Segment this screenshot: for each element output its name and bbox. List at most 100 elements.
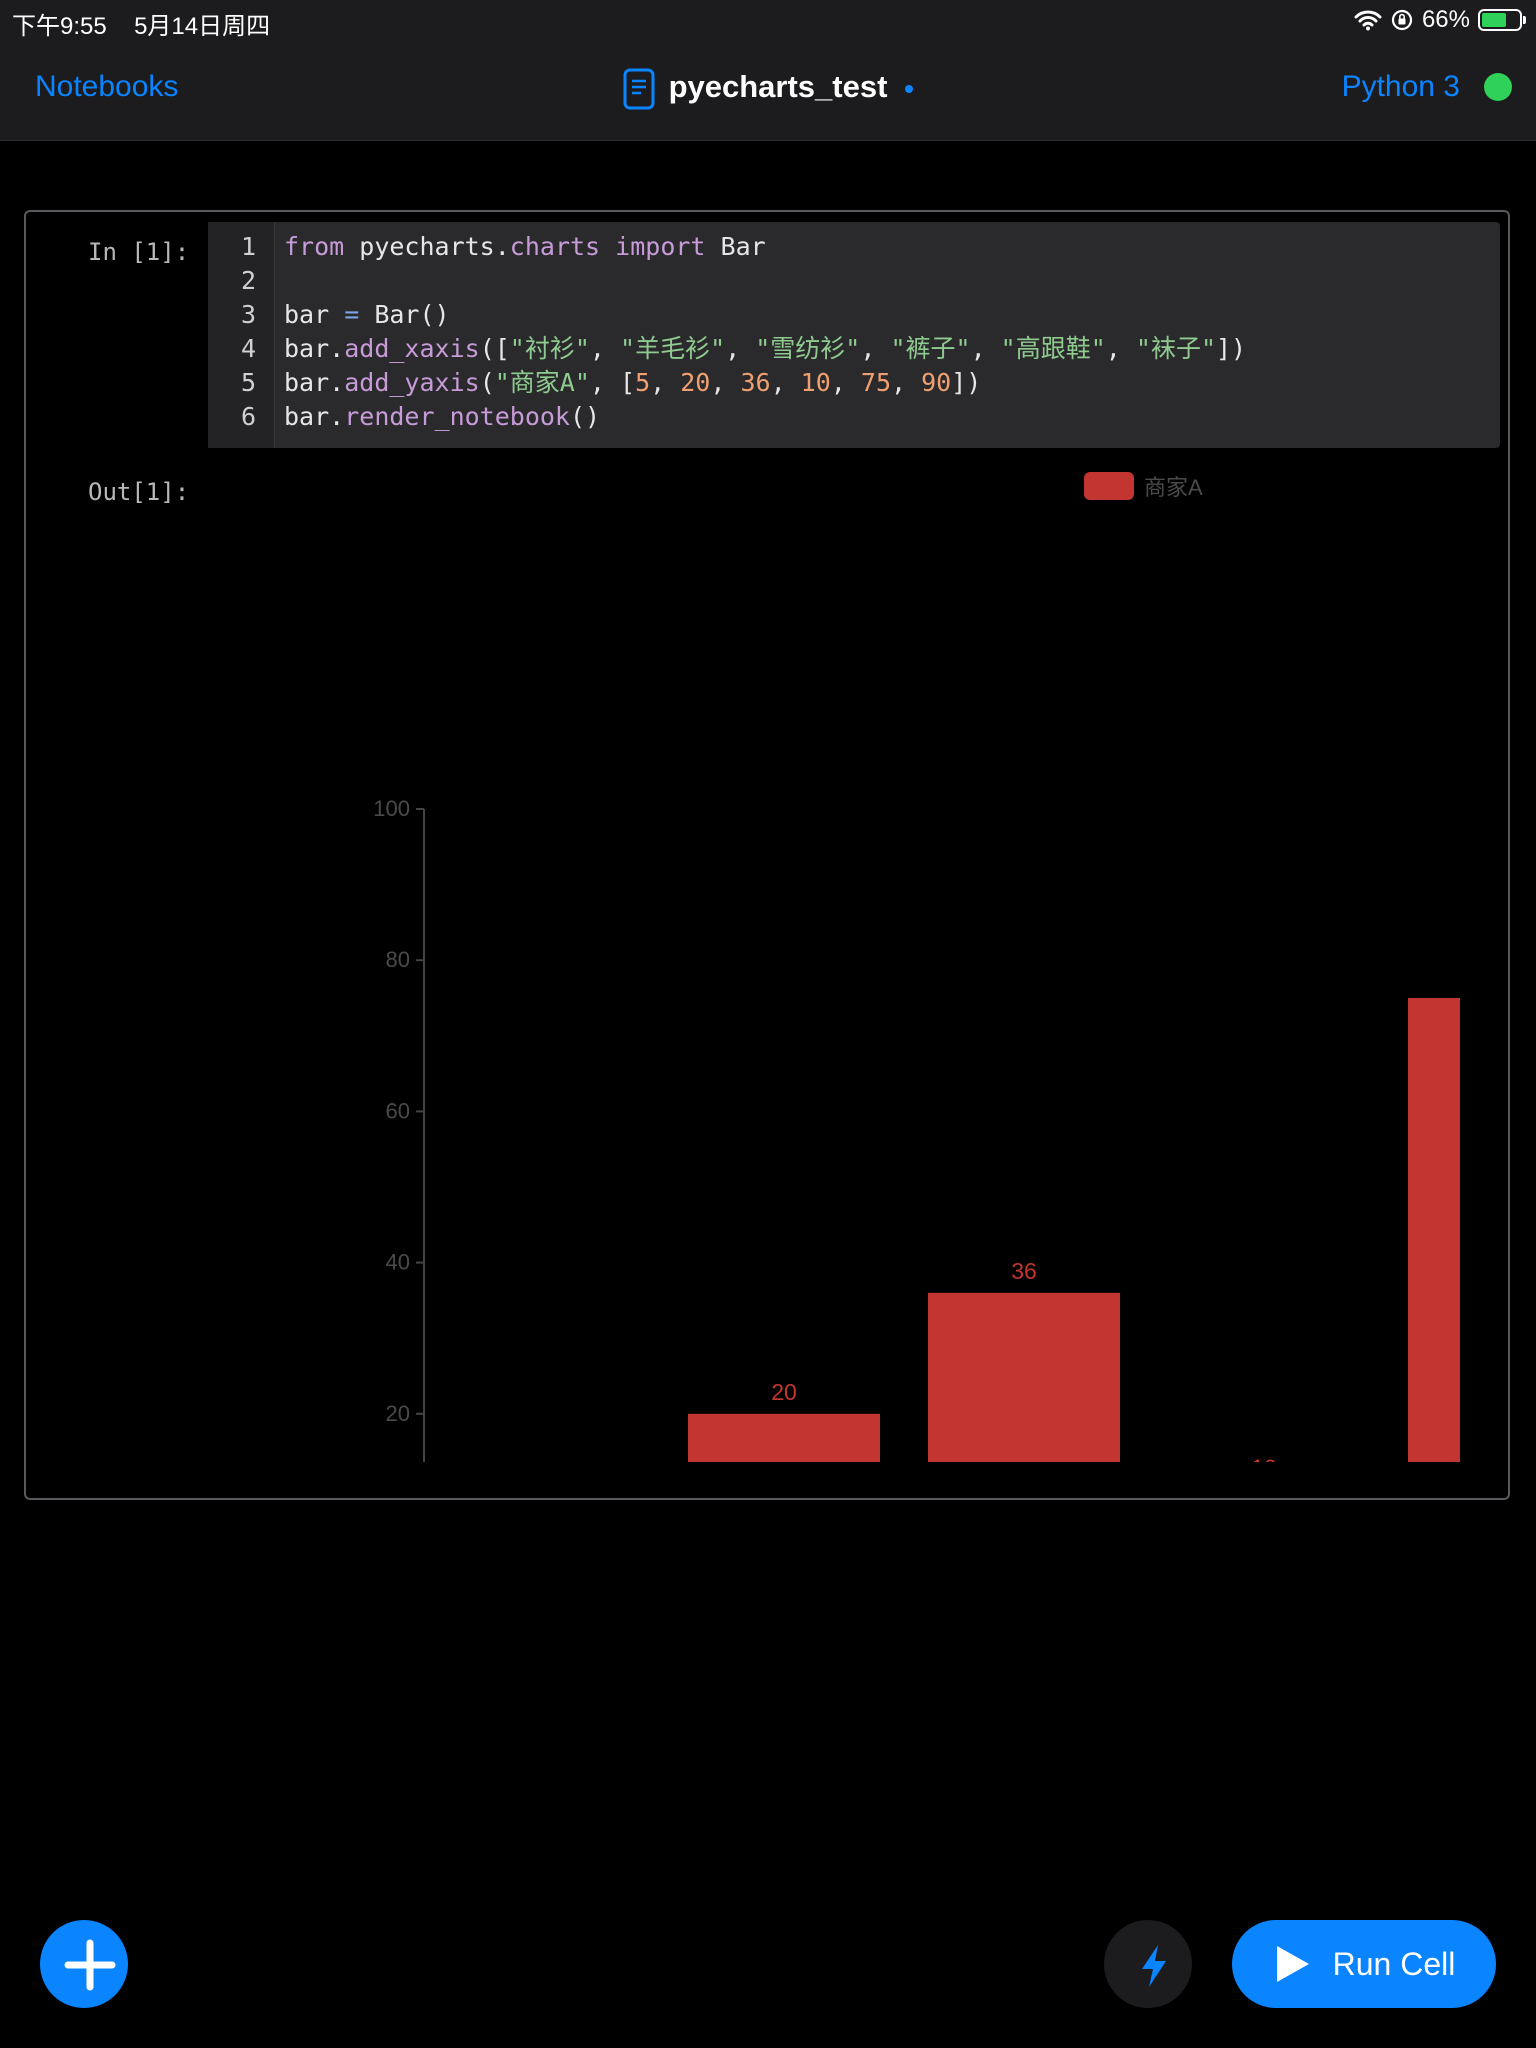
code-token: Bar() [359, 300, 450, 329]
bar-value-label: 36 [1011, 1258, 1037, 1284]
bar-value-label: 10 [1251, 1454, 1277, 1462]
code-editor[interactable]: 1 from pyecharts.charts import Bar 2 3 bar =… [208, 222, 1500, 448]
quick-actions-button[interactable] [1104, 1920, 1192, 2008]
status-bar: 下午9:55 5月14日周四 66% [0, 0, 1536, 40]
battery-level [1482, 13, 1506, 27]
code-text: from pyecharts.charts import Bar [284, 230, 766, 264]
battery-icon [1478, 9, 1526, 31]
bar [928, 1292, 1120, 1462]
code-text: bar = Bar() [284, 298, 450, 332]
code-line[interactable]: 4 bar.add_xaxis(["衬衫", "羊毛衫", "雪纺衫", "裤子"… [208, 332, 1500, 366]
code-token: ( [479, 368, 495, 397]
code-token: "商家A" [494, 368, 590, 397]
code-token: 20 [680, 368, 711, 397]
plus-icon [64, 1939, 116, 1991]
code-token: charts [509, 232, 601, 261]
play-icon [1276, 1946, 1309, 1982]
line-number: 2 [240, 266, 256, 295]
code-token: add_yaxis [344, 368, 480, 397]
code-token: , [830, 368, 861, 397]
code-token: , [770, 368, 801, 397]
code-token: , [725, 334, 756, 363]
y-tick-label: 20 [386, 1401, 410, 1426]
status-time: 下午9:55 [12, 13, 107, 40]
code-text: bar.render_notebook() [284, 400, 600, 434]
kernel-status-indicator [1484, 73, 1512, 101]
code-token: ]) [1216, 334, 1247, 363]
bar-value-label: 20 [771, 1379, 797, 1405]
kernel-status[interactable]: Python 3 [1342, 70, 1512, 104]
status-indicators: 66% [1354, 6, 1526, 34]
bar-chart: 0204060801005203610衬衫羊毛衫雪纺衫裤子 [373, 796, 1460, 1462]
status-date: 5月14日周四 [134, 13, 271, 40]
code-token: 36 [740, 368, 771, 397]
code-text: bar.add_yaxis("商家A", [5, 20, 36, 10, 75,… [284, 366, 981, 400]
code-token: ]) [951, 368, 982, 397]
code-token: , [891, 368, 922, 397]
code-token: 90 [921, 368, 952, 397]
unsaved-indicator [905, 85, 914, 93]
code-content[interactable]: 1 from pyecharts.charts import Bar 2 3 bar =… [208, 230, 1500, 434]
notebook-title: pyecharts_test [668, 69, 888, 105]
y-tick-label: 80 [386, 947, 410, 972]
code-token: from [284, 232, 345, 261]
code-token: , [970, 334, 1001, 363]
code-token: render_notebook [344, 402, 570, 431]
line-number: 4 [240, 334, 256, 363]
orientation-lock-icon [1391, 9, 1413, 31]
notebook-cell[interactable]: In [1]: 1 from pyecharts.charts import Ba… [24, 210, 1510, 1500]
code-line[interactable]: 2 [208, 264, 1500, 298]
code-token: import [615, 232, 706, 261]
code-line[interactable]: 5 bar.add_yaxis("商家A", [5, 20, 36, 10, 75… [208, 366, 1500, 400]
code-token: bar. [284, 334, 345, 363]
kernel-name: Python 3 [1341, 70, 1460, 103]
code-token: pyecharts. [344, 232, 510, 261]
code-token: , [650, 368, 681, 397]
code-token: bar [284, 300, 345, 329]
line-number: 1 [240, 232, 256, 261]
line-number: 5 [240, 368, 256, 397]
code-token: = [344, 300, 360, 329]
code-token: "雪纺衫" [755, 334, 861, 363]
code-token: "衬衫" [509, 334, 590, 363]
code-token: , [1105, 334, 1136, 363]
add-cell-button[interactable] [40, 1920, 128, 2008]
code-token: add_xaxis [344, 334, 480, 363]
code-token: Bar [705, 232, 766, 261]
code-token: "袜子" [1135, 334, 1216, 363]
code-token: ([ [479, 334, 510, 363]
lightning-bolt-icon [1142, 1945, 1166, 1987]
code-token: , [589, 334, 621, 363]
y-tick-label: 60 [386, 1098, 410, 1123]
cell-output: 商家A 0204060801005203610衬衫羊毛衫雪纺衫裤子 [208, 462, 1500, 1482]
y-tick-label: 40 [386, 1250, 410, 1275]
code-line[interactable]: 6 bar.render_notebook() [208, 400, 1500, 434]
code-token: , [ [589, 368, 636, 397]
battery-percent: 66% [1421, 6, 1470, 33]
output-prompt: Out[1]: [88, 478, 190, 506]
code-token: () [570, 402, 601, 431]
code-line[interactable]: 3 bar = Bar() [208, 298, 1500, 332]
input-prompt: In [1]: [88, 238, 190, 266]
code-token: "高跟鞋" [1000, 334, 1106, 363]
status-time-date: 下午9:55 5月14日周四 [12, 6, 270, 41]
bar [1408, 998, 1460, 1462]
code-text: bar.add_xaxis(["衬衫", "羊毛衫", "雪纺衫", "裤子",… [284, 332, 1246, 366]
code-token: bar. [284, 368, 345, 397]
navigation-bar: Notebooks pyecharts_test Python 3 [0, 40, 1536, 141]
notebook-title-area[interactable]: pyecharts_test [0, 68, 1536, 110]
code-token: 75 [860, 368, 891, 397]
code-token: 5 [635, 368, 651, 397]
wifi-icon [1354, 10, 1382, 31]
document-icon [623, 68, 655, 110]
code-line[interactable]: 1 from pyecharts.charts import Bar [208, 230, 1500, 264]
run-cell-button[interactable]: Run Cell [1232, 1920, 1496, 2008]
code-token: 10 [800, 368, 831, 397]
line-number: 3 [240, 300, 256, 329]
code-token: , [710, 368, 741, 397]
bar [688, 1413, 880, 1462]
y-tick-label: 100 [373, 796, 410, 821]
line-number: 6 [240, 402, 256, 431]
code-token: "羊毛衫" [620, 334, 726, 363]
